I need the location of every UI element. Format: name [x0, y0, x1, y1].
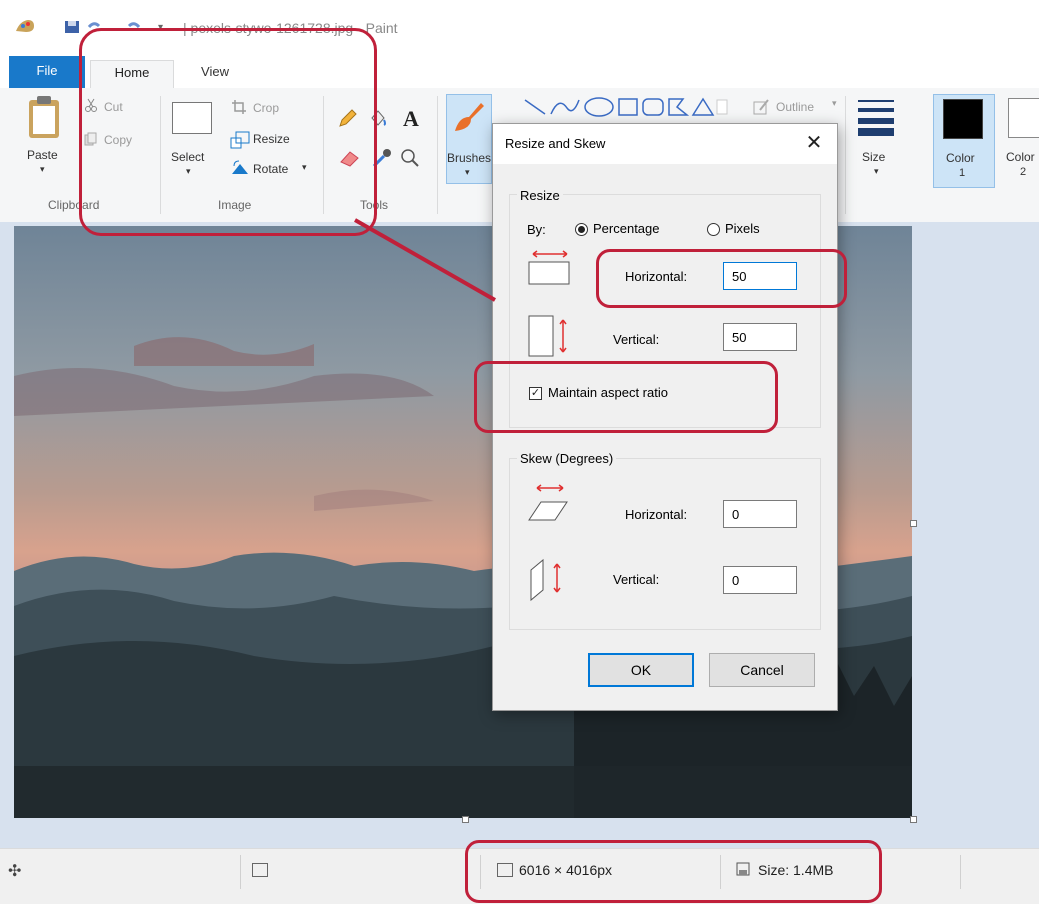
divider: [240, 855, 241, 889]
resize-handle-corner[interactable]: [910, 816, 917, 823]
percentage-radio[interactable]: [575, 223, 588, 236]
brush-icon: [455, 103, 484, 131]
cancel-button[interactable]: Cancel: [709, 653, 815, 687]
text-icon[interactable]: A: [403, 106, 419, 132]
brushes-label: Brushes: [447, 151, 492, 165]
divider: [960, 855, 961, 889]
highlight-maintain-aspect: [474, 361, 778, 433]
color1-swatch: [943, 99, 983, 139]
color2-number: 2: [1020, 166, 1027, 178]
shapes-gallery-icon[interactable]: [523, 96, 729, 118]
cursor-position-icon: ✣: [8, 863, 22, 880]
paste-dropdown-icon[interactable]: ▾: [40, 164, 45, 175]
color2-label: Color: [1006, 150, 1035, 164]
percentage-label[interactable]: Percentage: [593, 221, 660, 236]
highlight-horizontal-field: [596, 249, 847, 308]
magnifier-icon[interactable]: [400, 148, 420, 168]
resize-group-label: Resize: [517, 188, 563, 203]
divider: [437, 96, 438, 214]
size-dropdown-icon[interactable]: ▾: [874, 166, 879, 177]
resize-horizontal-icon: [528, 250, 570, 285]
highlight-status-size: [465, 840, 882, 903]
brushes-button[interactable]: Brushes ▾: [446, 94, 492, 184]
skew-vertical-label: Vertical:: [613, 572, 660, 587]
highlight-connector: [354, 218, 496, 302]
size-label[interactable]: Size: [862, 150, 885, 164]
brushes-dropdown-icon: ▾: [465, 167, 470, 177]
skew-horizontal-label: Horizontal:: [625, 507, 688, 522]
skew-horizontal-input[interactable]: 0: [723, 500, 797, 528]
ok-button[interactable]: OK: [588, 653, 694, 687]
highlight-image-group: [79, 28, 377, 236]
close-icon[interactable]: ✕: [801, 130, 827, 156]
dialog-title: Resize and Skew: [505, 136, 606, 151]
tab-file[interactable]: File: [9, 56, 85, 88]
resize-vertical-label: Vertical:: [613, 332, 660, 347]
divider: [845, 96, 846, 214]
color2-swatch: [1008, 98, 1039, 138]
outline-icon[interactable]: [752, 98, 770, 116]
resize-handle-right[interactable]: [910, 520, 917, 527]
by-label: By:: [527, 222, 546, 237]
paste-icon[interactable]: [26, 94, 62, 140]
paste-label[interactable]: Paste: [27, 148, 58, 162]
pixels-label[interactable]: Pixels: [725, 221, 760, 236]
resize-vertical-icon: [528, 315, 567, 357]
color1-label: Color: [946, 151, 975, 165]
color2-button[interactable]: Color 2: [1000, 94, 1039, 186]
pixels-radio[interactable]: [707, 223, 720, 236]
dialog-titlebar: Resize and Skew ✕: [493, 124, 837, 164]
color1-number: 1: [959, 167, 966, 179]
outline-label[interactable]: Outline: [776, 100, 814, 114]
outline-dropdown-icon[interactable]: ▾: [832, 98, 837, 109]
skew-group-label: Skew (Degrees): [517, 451, 617, 466]
resize-vertical-input[interactable]: 50: [723, 323, 797, 351]
selection-size-icon: [252, 863, 268, 877]
paint-app-icon: [16, 20, 34, 32]
color1-button[interactable]: Color 1: [933, 94, 995, 188]
save-icon[interactable]: [64, 20, 80, 34]
size-icon[interactable]: [856, 96, 896, 136]
skew-vertical-icon: [530, 558, 561, 602]
skew-vertical-input[interactable]: 0: [723, 566, 797, 594]
skew-horizontal-icon: [528, 484, 568, 521]
resize-handle-bottom[interactable]: [462, 816, 469, 823]
